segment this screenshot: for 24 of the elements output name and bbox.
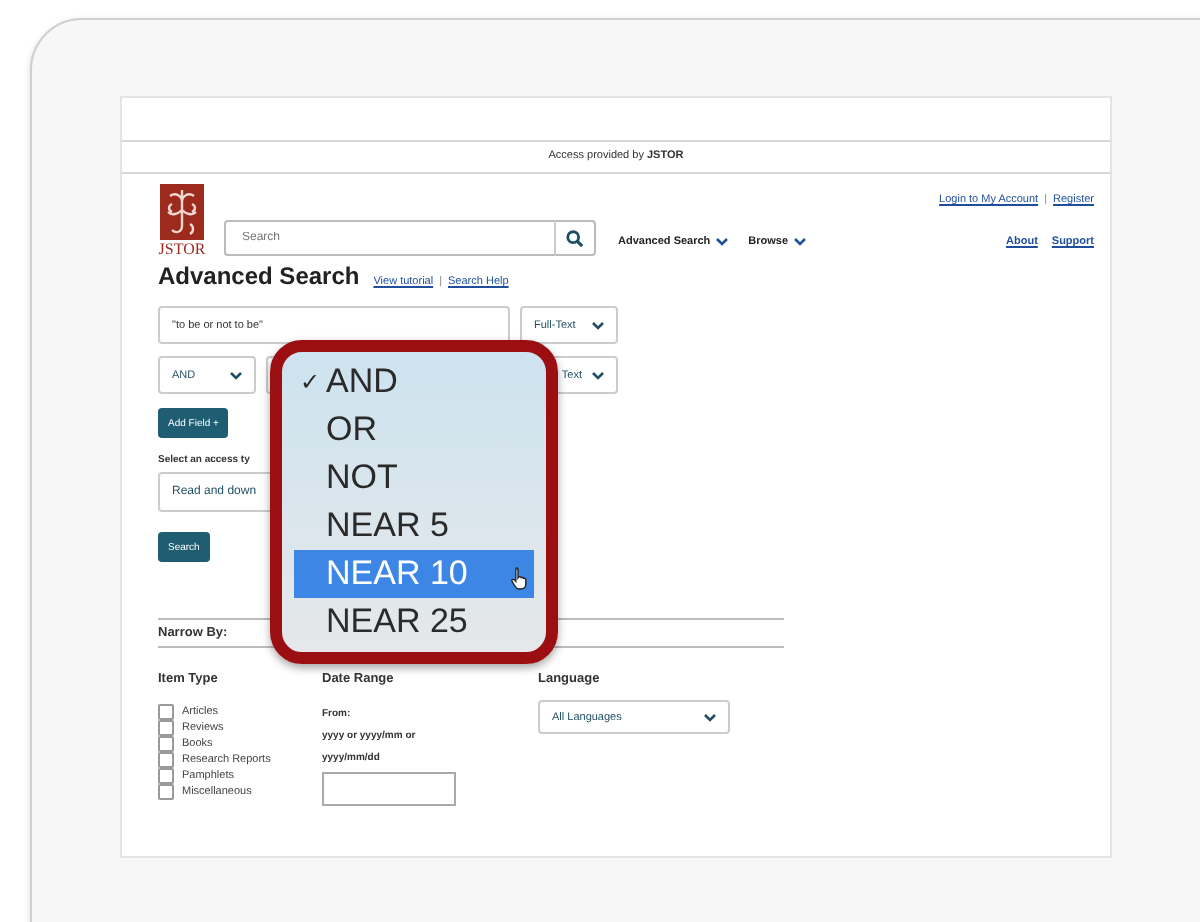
menu-option[interactable]: NEAR 10 — [294, 550, 534, 598]
logo-icon[interactable] — [160, 184, 204, 240]
check-mark: ✓ — [300, 366, 320, 400]
checkbox[interactable] — [158, 752, 174, 768]
menu-option[interactable]: OR — [294, 406, 534, 454]
chevron-down-icon — [592, 371, 604, 379]
logo-text: JSTOR — [158, 240, 206, 258]
checkbox[interactable] — [158, 704, 174, 720]
chevron-down-icon — [592, 321, 604, 329]
checkbox[interactable] — [158, 768, 174, 784]
checkbox[interactable] — [158, 784, 174, 800]
menu-option[interactable]: NEAR 5 — [294, 502, 534, 550]
chevron-down-icon — [716, 238, 729, 246]
chevron-down-icon — [230, 371, 242, 379]
chevron-down-icon — [794, 238, 807, 246]
chevron-down-icon — [704, 713, 716, 721]
checkbox[interactable] — [158, 736, 174, 752]
date-input[interactable] — [322, 772, 456, 806]
hand-cursor-icon — [510, 566, 530, 590]
checkbox[interactable] — [158, 720, 174, 736]
menu-option[interactable]: NOT — [294, 454, 534, 502]
search-icon — [566, 229, 584, 247]
search-button[interactable] — [556, 220, 596, 256]
page-title: Advanced Search — [158, 262, 360, 290]
